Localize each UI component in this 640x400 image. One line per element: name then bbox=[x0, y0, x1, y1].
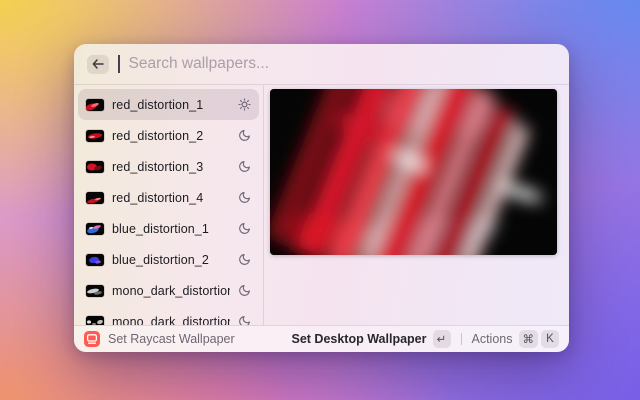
moon-icon bbox=[238, 222, 251, 235]
list-item-label: red_distortion_1 bbox=[112, 98, 230, 112]
footer-actions: Set Desktop Wallpaper ↵ Actions ⌘ K bbox=[292, 330, 560, 348]
appearance-toggle bbox=[238, 129, 251, 142]
search-input[interactable] bbox=[129, 55, 557, 73]
appearance-toggle bbox=[238, 98, 251, 111]
moon-icon bbox=[238, 284, 251, 297]
list-item[interactable]: red_distortion_4 bbox=[78, 182, 259, 213]
list-item-label: blue_distortion_1 bbox=[112, 222, 230, 236]
appearance-toggle bbox=[238, 222, 251, 235]
wallpaper-thumbnail bbox=[86, 254, 104, 266]
list-item-label: red_distortion_4 bbox=[112, 191, 230, 205]
text-cursor bbox=[118, 55, 120, 73]
wallpaper-thumbnail bbox=[86, 192, 104, 204]
list-item-label: mono_dark_distortion_2 bbox=[112, 315, 230, 326]
list-item-label: red_distortion_3 bbox=[112, 160, 230, 174]
moon-icon bbox=[238, 253, 251, 266]
wallpaper-thumbnail bbox=[86, 285, 104, 297]
appearance-toggle bbox=[238, 315, 251, 325]
wallpaper-preview-image bbox=[270, 89, 557, 255]
appearance-toggle bbox=[238, 253, 251, 266]
list-item[interactable]: mono_dark_distortion_2 bbox=[78, 306, 259, 325]
list-item-label: blue_distortion_2 bbox=[112, 253, 230, 267]
wallpaper-thumbnail bbox=[86, 130, 104, 142]
appearance-toggle bbox=[238, 284, 251, 297]
list-item[interactable]: red_distortion_2 bbox=[78, 120, 259, 151]
actions-menu-button[interactable]: Actions bbox=[472, 332, 513, 346]
wallpaper-thumbnail bbox=[86, 223, 104, 235]
preview-pane bbox=[264, 85, 569, 325]
primary-action-button[interactable]: Set Desktop Wallpaper bbox=[292, 332, 427, 346]
wallpaper-thumbnail bbox=[86, 316, 104, 326]
back-button[interactable] bbox=[87, 55, 109, 74]
enter-key-icon: ↵ bbox=[433, 330, 451, 348]
sun-icon bbox=[238, 98, 251, 111]
footer-command-label: Set Raycast Wallpaper bbox=[108, 332, 235, 346]
wallpaper-thumbnail bbox=[86, 99, 104, 111]
content-area: red_distortion_1 bbox=[74, 85, 569, 325]
k-key-icon: K bbox=[541, 330, 559, 348]
footer-divider bbox=[461, 333, 462, 345]
list-item[interactable]: blue_distortion_2 bbox=[78, 244, 259, 275]
wallpaper-list[interactable]: red_distortion_1 bbox=[74, 85, 264, 325]
appearance-toggle bbox=[238, 160, 251, 173]
raycast-window: red_distortion_1 bbox=[74, 44, 569, 352]
actions-shortcut: ⌘ K bbox=[519, 330, 560, 348]
arrow-left-icon bbox=[92, 59, 104, 69]
command-key-icon: ⌘ bbox=[519, 330, 539, 348]
moon-icon bbox=[238, 191, 251, 204]
list-item-label: mono_dark_distortion_1 bbox=[112, 284, 230, 298]
list-item[interactable]: blue_distortion_1 bbox=[78, 213, 259, 244]
search-bar bbox=[74, 44, 569, 84]
wallpaper-thumbnail bbox=[86, 161, 104, 173]
appearance-toggle bbox=[238, 191, 251, 204]
moon-icon bbox=[238, 160, 251, 173]
moon-icon bbox=[238, 315, 251, 325]
footer-bar: Set Raycast Wallpaper Set Desktop Wallpa… bbox=[74, 325, 569, 352]
raycast-app-icon bbox=[84, 331, 100, 347]
list-item[interactable]: red_distortion_1 bbox=[78, 89, 259, 120]
moon-icon bbox=[238, 129, 251, 142]
list-item-label: red_distortion_2 bbox=[112, 129, 230, 143]
list-item[interactable]: mono_dark_distortion_1 bbox=[78, 275, 259, 306]
list-item[interactable]: red_distortion_3 bbox=[78, 151, 259, 182]
footer-app-info: Set Raycast Wallpaper bbox=[84, 331, 235, 347]
